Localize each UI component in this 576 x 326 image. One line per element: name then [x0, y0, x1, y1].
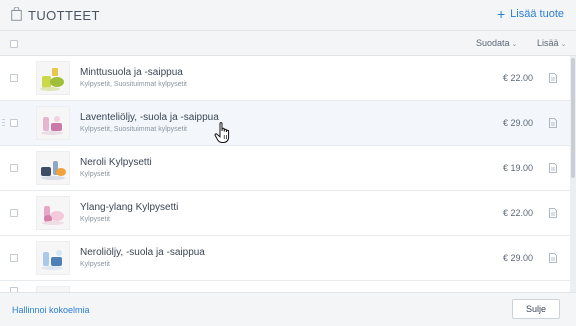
add-product-label: Lisää tuote — [510, 8, 564, 20]
row-checkbox[interactable] — [10, 209, 18, 217]
scrollbar[interactable] — [570, 56, 576, 292]
product-categories: Kylpysetit — [80, 171, 110, 178]
document-icon[interactable] — [549, 73, 557, 83]
filter-dropdown[interactable]: Suodata ⌄ — [476, 38, 517, 48]
product-row[interactable]: Neroli Kylpysetti Kylpysetit € 19.00 — [0, 146, 570, 191]
plus-icon: + — [496, 5, 506, 22]
product-price: € 29.00 — [502, 253, 533, 263]
product-list: Minttusuola ja -saippua Kylpysetit, Suos… — [0, 56, 570, 292]
drag-handle[interactable] — [2, 119, 6, 128]
product-name[interactable]: Neroliöljy, -suola ja -saippua — [80, 247, 205, 258]
product-categories: Kylpysetit — [80, 216, 110, 223]
document-icon[interactable] — [549, 208, 557, 218]
shopping-bag-icon — [11, 7, 22, 21]
product-categories: Kylpysetit, Suosituimmat kylpysetit — [80, 126, 187, 133]
product-thumbnail[interactable] — [36, 61, 70, 95]
row-checkbox[interactable] — [10, 74, 18, 82]
product-thumbnail[interactable] — [36, 151, 70, 185]
header: TUOTTEET + Lisää tuote — [0, 0, 576, 31]
more-label: Lisää — [537, 38, 559, 48]
hand-pointer-icon — [214, 122, 230, 143]
more-dropdown[interactable]: Lisää ⌄ — [537, 38, 566, 48]
product-name[interactable]: Minttusuola ja -saippua — [80, 67, 183, 78]
close-button[interactable]: Sulje — [512, 299, 560, 319]
product-row-partial[interactable] — [0, 281, 570, 292]
footer: Hallinnoi kokoelmia Sulje — [0, 292, 576, 326]
product-name[interactable]: Ylang-ylang Kylpysetti — [80, 202, 178, 213]
product-thumbnail[interactable] — [36, 241, 70, 275]
list-toolbar: Suodata ⌄ Lisää ⌄ — [0, 31, 576, 56]
product-price: € 22.00 — [502, 208, 533, 218]
product-row[interactable]: Laventeliöljy, -suola ja -saippua Kylpys… — [0, 101, 570, 146]
row-checkbox[interactable] — [10, 254, 18, 262]
product-price: € 29.00 — [502, 118, 533, 128]
product-row[interactable]: Ylang-ylang Kylpysetti Kylpysetit € 22.0… — [0, 191, 570, 236]
filter-label: Suodata — [476, 38, 510, 48]
product-thumbnail[interactable] — [36, 196, 70, 230]
page-title: TUOTTEET — [28, 8, 100, 23]
scrollbar-thumb[interactable] — [571, 58, 575, 178]
product-categories: Kylpysetit, Suosituimmat kylpysetit — [80, 81, 187, 88]
chevron-down-icon: ⌄ — [511, 41, 518, 48]
select-all-checkbox[interactable] — [10, 40, 18, 48]
product-price: € 19.00 — [502, 163, 533, 173]
chevron-down-icon: ⌄ — [560, 41, 567, 48]
product-name[interactable]: Neroli Kylpysetti — [80, 157, 152, 168]
document-icon[interactable] — [549, 253, 557, 263]
document-icon[interactable] — [549, 118, 557, 128]
document-icon[interactable] — [549, 163, 557, 173]
product-name[interactable]: Laventeliöljy, -suola ja -saippua — [80, 112, 219, 123]
product-row[interactable]: Minttusuola ja -saippua Kylpysetit, Suos… — [0, 56, 570, 101]
manage-collections-link[interactable]: Hallinnoi kokoelmia — [12, 305, 90, 315]
product-price: € 22.00 — [502, 73, 533, 83]
row-checkbox[interactable] — [10, 119, 18, 127]
product-categories: Kylpysetit — [80, 261, 110, 268]
row-checkbox[interactable] — [10, 164, 18, 172]
product-thumbnail[interactable] — [36, 106, 70, 140]
add-product-button[interactable]: + Lisää tuote — [496, 5, 564, 22]
product-row[interactable]: Neroliöljy, -suola ja -saippua Kylpyseti… — [0, 236, 570, 281]
